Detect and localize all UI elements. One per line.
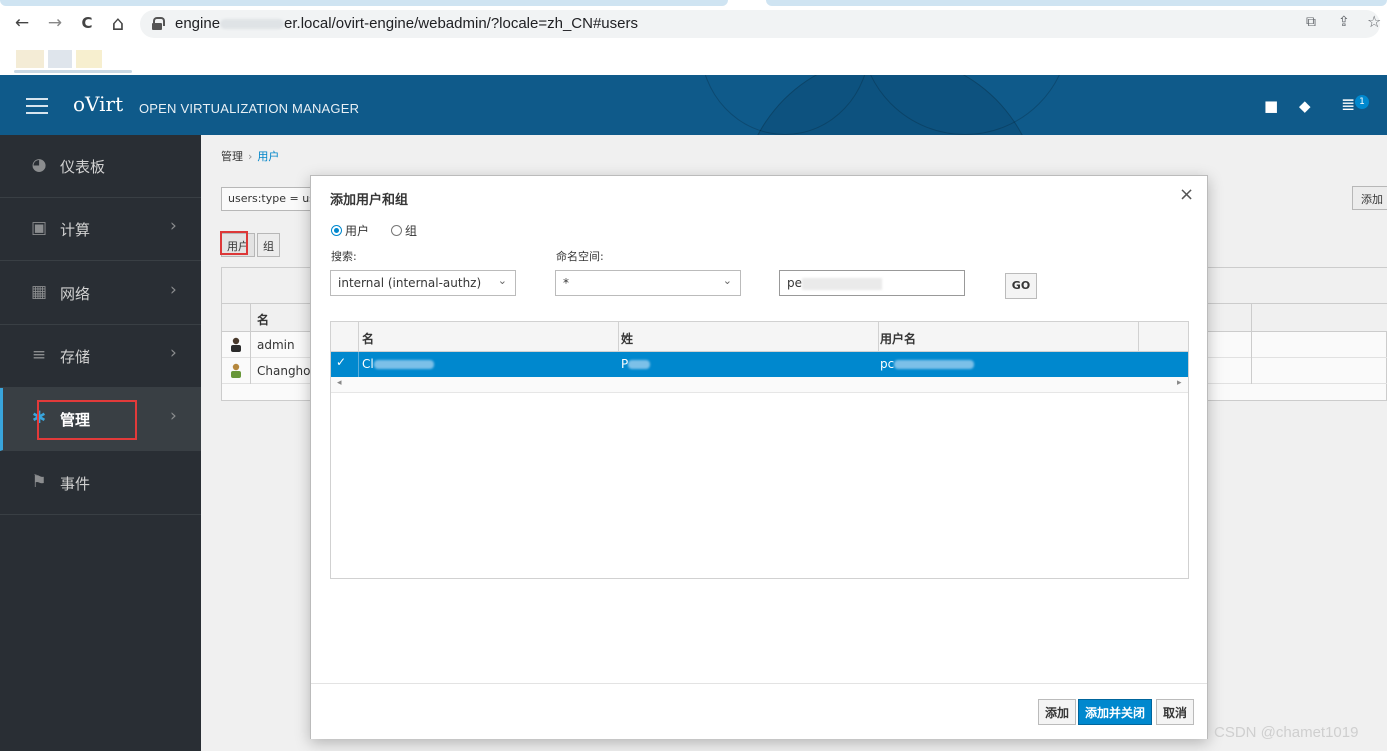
highlight-frame (37, 400, 137, 440)
horizontal-scrollbar[interactable]: ◂ ▸ (331, 377, 1188, 393)
cancel-button[interactable]: 取消 (1156, 699, 1195, 725)
chevron-right-icon: › (170, 216, 177, 236)
sidebar-item-label: 仪表板 (60, 158, 106, 176)
translate-icon[interactable]: ⧉ (1306, 14, 1316, 30)
reload-icon: C (81, 14, 93, 32)
back-icon: ← (14, 13, 30, 33)
url-text: engine er.local/ovirt-engine/webadmin/?lo… (175, 15, 638, 32)
bookmark-bar (14, 44, 132, 74)
sidebar-item-events[interactable]: ⚑ 事件 (0, 452, 201, 515)
search-results-table: 名 姓 用户名 ✓ Cl P pc ◂ ▸ (330, 321, 1189, 579)
network-icon: ▦ (30, 282, 48, 302)
results-header: 名 姓 用户名 (331, 322, 1188, 352)
tasks-count-badge: 1 (1355, 95, 1369, 109)
close-icon[interactable]: × (1179, 184, 1194, 205)
namespace-select[interactable]: * ⌄ (555, 270, 741, 296)
table-row-selected[interactable]: ✓ Cl P pc (331, 352, 1188, 377)
flag-icon: ⚑ (31, 472, 47, 492)
back-button[interactable]: ← (11, 12, 33, 34)
column-divider (878, 322, 879, 352)
brand-logo: oVirt (73, 92, 124, 116)
cpu-icon: ▣ (30, 218, 48, 238)
add-button[interactable]: 添加 (1038, 699, 1077, 725)
add-users-groups-dialog: 添加用户和组 × 用户 组 搜索: internal (internal-aut… (310, 175, 1208, 739)
star-icon[interactable]: ☆ (1367, 12, 1381, 31)
chevron-right-icon: › (170, 280, 177, 300)
column-header-first-name[interactable]: 名 (362, 330, 374, 347)
dialog-footer: 添加 添加并关闭 取消 (311, 683, 1207, 739)
address-bar[interactable]: engine er.local/ovirt-engine/webadmin/?lo… (140, 10, 1380, 38)
url-redacted (220, 19, 285, 30)
lock-icon (152, 17, 165, 30)
chevron-right-icon: › (170, 343, 177, 363)
browser-tab-active[interactable] (0, 0, 728, 6)
user-query-input[interactable]: pe (779, 270, 965, 296)
sidebar-item-label: 存储 (60, 348, 91, 366)
column-divider (358, 322, 359, 352)
radio-checked-icon (331, 225, 342, 236)
chevron-right-icon: › (170, 406, 177, 426)
sidebar-item-storage[interactable]: ≡ 存储 › (0, 325, 201, 388)
column-header-last-name[interactable]: 姓 (621, 330, 633, 347)
app-header: oVirt OPEN VIRTUALIZATION MANAGER ■ ◆ ≣ … (0, 75, 1387, 135)
column-divider (358, 352, 359, 377)
sidebar: ◕ 仪表板 ▣ 计算 › ▦ 网络 › ≡ 存储 › ✱ 管理 › ⚑ 事件 (0, 135, 201, 751)
sidebar-item-dashboard[interactable]: ◕ 仪表板 (0, 135, 201, 198)
chevron-down-icon: ⌄ (722, 274, 732, 287)
go-button[interactable]: GO (1005, 273, 1037, 299)
radio-user[interactable]: 用户 (331, 222, 369, 239)
chevron-down-icon: ⌄ (497, 274, 507, 287)
brand-subtitle: OPEN VIRTUALIZATION MANAGER (139, 101, 360, 116)
last-name-cell: P (621, 357, 651, 371)
reload-button[interactable]: C (76, 12, 98, 34)
checkmark-icon[interactable]: ✓ (336, 355, 346, 369)
tasks-icon[interactable]: ≣ (1341, 95, 1355, 115)
scroll-left-icon[interactable]: ◂ (337, 378, 342, 388)
browser-chrome: ← → C ⌂ engine er.local/ovirt-engine/weba… (0, 0, 1387, 75)
username-cell: pc (880, 357, 975, 371)
sidebar-item-compute[interactable]: ▣ 计算 › (0, 198, 201, 261)
sidebar-item-network[interactable]: ▦ 网络 › (0, 262, 201, 325)
radio-group[interactable]: 组 (391, 222, 417, 239)
query-redacted (802, 277, 882, 290)
sidebar-item-label: 计算 (60, 221, 91, 239)
sidebar-item-label: 事件 (60, 475, 91, 493)
bookmark-underline (14, 70, 132, 73)
search-provider-label: 搜索: (331, 250, 357, 263)
share-icon[interactable]: ⇪ (1338, 14, 1350, 30)
bookmark-item[interactable] (16, 50, 44, 68)
sidebar-item-label: 网络 (60, 285, 91, 303)
bookmark-icon[interactable]: ■ (1264, 97, 1278, 115)
dialog-title: 添加用户和组 (330, 193, 409, 208)
home-icon: ⌂ (111, 11, 125, 35)
forward-icon: → (47, 13, 63, 33)
column-header-username[interactable]: 用户名 (880, 330, 916, 347)
watermark: CSDN @chamet1019 (1214, 724, 1359, 741)
forward-button[interactable]: → (44, 12, 66, 34)
bookmark-item[interactable] (48, 50, 72, 68)
tag-icon[interactable]: ◆ (1299, 97, 1311, 115)
search-provider-select[interactable]: internal (internal-authz) ⌄ (330, 270, 516, 296)
namespace-label: 命名空间: (556, 250, 604, 263)
first-name-cell: Cl (362, 357, 434, 371)
scroll-right-icon[interactable]: ▸ (1177, 378, 1182, 388)
browser-tab[interactable] (766, 0, 1387, 6)
database-icon: ≡ (31, 345, 47, 365)
menu-toggle-icon[interactable] (26, 98, 48, 114)
bookmark-item[interactable] (76, 50, 102, 68)
tab-strip (0, 0, 1387, 7)
column-divider (618, 322, 619, 352)
home-button[interactable]: ⌂ (107, 12, 129, 34)
dashboard-icon: ◕ (31, 155, 47, 175)
add-and-close-button[interactable]: 添加并关闭 (1078, 699, 1153, 725)
column-divider (1138, 322, 1139, 352)
radio-unchecked-icon (391, 225, 402, 236)
